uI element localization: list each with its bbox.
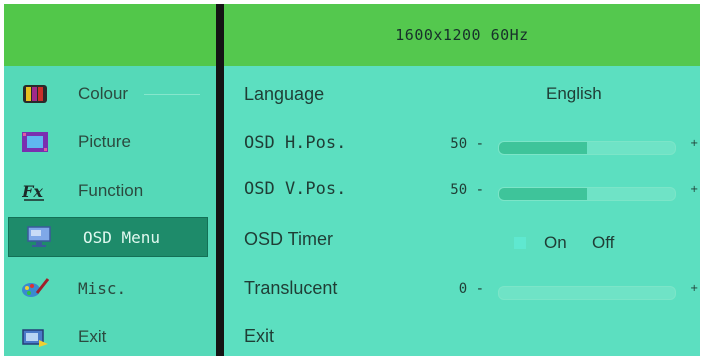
osd-h-pos-row[interactable]: OSD H.Pos. 50 - + <box>224 125 700 165</box>
translucent-slider[interactable] <box>498 286 676 300</box>
osd-v-pos-value: 50 - <box>450 182 484 198</box>
timer-off-option[interactable]: Off <box>592 233 614 253</box>
osd-h-pos-fill <box>499 142 587 154</box>
plus-icon: + <box>690 184 699 195</box>
osd-v-pos-label: OSD V.Pos. <box>244 179 347 199</box>
sidebar-item-label: Picture <box>78 132 131 151</box>
osd-h-pos-label: OSD H.Pos. <box>244 133 347 153</box>
function-fx-icon: Fx <box>20 180 50 202</box>
osd-h-pos-slider[interactable] <box>498 141 676 155</box>
sidebar-item-osd-menu[interactable]: OSD Menu <box>8 217 208 257</box>
sidebar-item-misc[interactable]: Misc. <box>4 268 216 308</box>
timer-indicator-icon <box>514 237 526 249</box>
settings-panel: 1600x1200 60Hz Language English OSD H.Po… <box>224 4 700 356</box>
language-row[interactable]: Language English <box>224 76 700 116</box>
sidebar-item-label: Misc. <box>78 278 127 298</box>
osd-monitor-icon <box>25 226 55 248</box>
osd-v-pos-fill <box>499 188 587 200</box>
misc-paint-icon <box>20 277 50 299</box>
plus-icon: + <box>690 138 699 149</box>
osd-menu: Colour Picture Fx Function OSD Menu Misc… <box>4 4 700 356</box>
language-label: Language <box>244 84 325 104</box>
plus-icon: + <box>690 283 699 294</box>
osd-v-pos-row[interactable]: OSD V.Pos. 50 - + <box>224 171 700 211</box>
picture-frame-icon <box>20 131 50 153</box>
sidebar: Colour Picture Fx Function OSD Menu Misc… <box>4 4 216 356</box>
sidebar-item-picture[interactable]: Picture <box>4 122 216 162</box>
osd-timer-label: OSD Timer <box>244 229 334 249</box>
sidebar-item-label: Exit <box>78 327 107 346</box>
sidebar-item-label: Function <box>78 181 144 200</box>
colour-bars-icon <box>20 83 50 105</box>
translucent-row[interactable]: Translucent 0 - + <box>224 270 700 310</box>
translucent-label: Translucent <box>244 278 338 298</box>
osd-h-pos-value: 50 - <box>450 136 484 152</box>
exit-label: Exit <box>244 326 275 346</box>
exit-row[interactable]: Exit <box>224 318 700 356</box>
sidebar-item-function[interactable]: Fx Function <box>4 171 216 211</box>
sidebar-item-label: Colour <box>78 84 129 103</box>
osd-timer-row[interactable]: OSD Timer On Off <box>224 221 700 261</box>
menu-divider <box>216 4 224 356</box>
sidebar-item-label: OSD Menu <box>83 227 161 247</box>
osd-v-pos-slider[interactable] <box>498 187 676 201</box>
language-value[interactable]: English <box>546 84 602 104</box>
timer-on-option[interactable]: On <box>544 233 567 253</box>
resolution-display: 1600x1200 60Hz <box>224 4 700 66</box>
sidebar-header <box>4 4 216 66</box>
svg-text:Fx: Fx <box>22 182 43 201</box>
exit-icon <box>20 326 50 348</box>
sidebar-item-exit[interactable]: Exit <box>4 317 216 356</box>
translucent-value: 0 - <box>458 281 484 297</box>
